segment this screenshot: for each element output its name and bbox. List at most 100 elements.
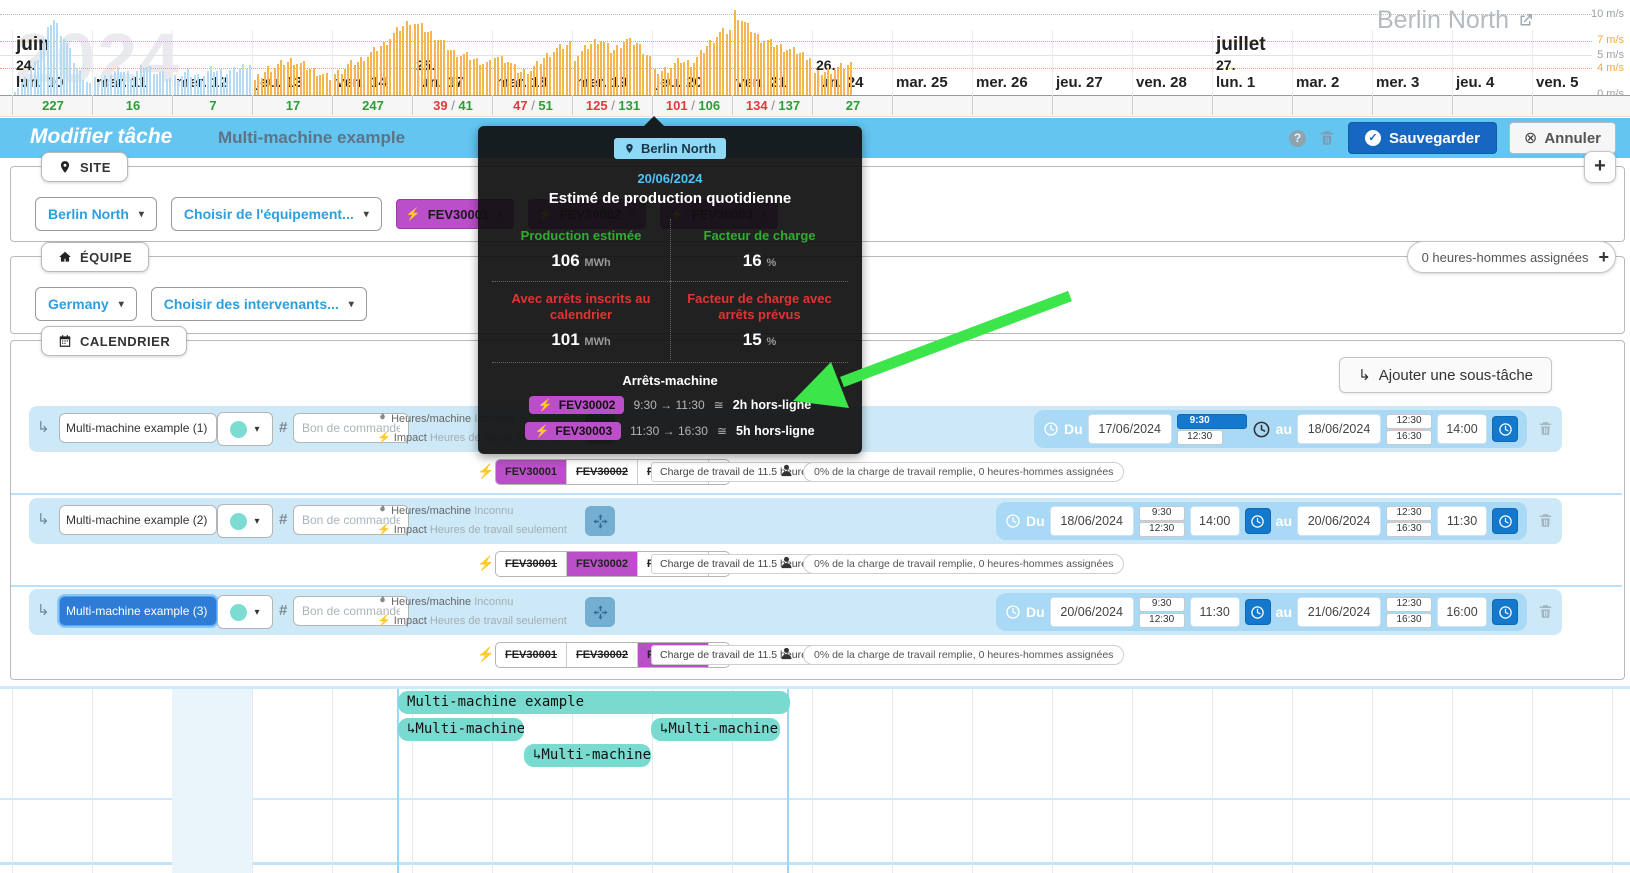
wind-bar — [719, 32, 721, 95]
time-suggestion-chip[interactable]: 16:30 — [1386, 612, 1432, 628]
workload-badge: Charge de travail de 11.5 heures — [651, 462, 822, 482]
gantt-subtask-bar[interactable]: ↳Multi-machine — [398, 718, 524, 741]
end-time-suggestions: 12:30 16:30 — [1386, 596, 1432, 628]
wind-bar — [270, 71, 273, 95]
forecast-number-cell — [972, 96, 1053, 115]
home-icon — [59, 251, 71, 262]
add-man-hours-icon[interactable]: + — [1598, 247, 1609, 268]
end-date-input[interactable] — [1297, 506, 1381, 536]
wind-bar — [395, 27, 398, 95]
team-select[interactable]: Germany ▾ — [35, 287, 137, 321]
cancel-button[interactable]: ⊗ Annuler — [1508, 122, 1616, 154]
move-icon — [592, 604, 608, 620]
time-suggestion-chip[interactable]: 16:30 — [1386, 521, 1432, 537]
gantt-subtask-bar[interactable]: ↳Multi-machine — [651, 718, 780, 741]
forecast-number-cell — [1292, 96, 1373, 115]
color-select[interactable]: ▾ — [217, 412, 273, 446]
time-suggestion-chip[interactable]: 12:30 — [1138, 612, 1185, 628]
color-select[interactable]: ▾ — [217, 595, 273, 629]
end-date-input[interactable] — [1297, 414, 1381, 444]
gridline-7ms — [0, 41, 1592, 42]
start-time-input[interactable] — [1189, 597, 1240, 627]
start-time-picker-button[interactable] — [1244, 599, 1271, 625]
machine-segment[interactable]: FEV30001 — [496, 643, 566, 667]
people-select[interactable]: Choisir des intervenants... ▾ — [150, 287, 367, 321]
time-suggestion-chip[interactable]: 12:30 — [1386, 413, 1432, 429]
gantt-task-bar[interactable]: Multi-machine example — [398, 691, 790, 714]
gantt-gridline — [732, 689, 733, 873]
gantt-subtask-bar[interactable]: ↳Multi-machine — [524, 744, 651, 767]
wind-bar — [376, 51, 379, 95]
wind-bar — [136, 70, 139, 95]
start-date-input[interactable] — [1087, 414, 1172, 444]
wind-bar — [795, 54, 798, 95]
wind-bar — [49, 24, 52, 95]
help-icon[interactable]: ? — [1289, 129, 1307, 147]
add-equipment-button[interactable]: + — [1584, 151, 1616, 183]
gantt-gridline — [92, 689, 93, 873]
delete-task-icon[interactable] — [1318, 129, 1336, 147]
wind-bar — [43, 38, 46, 95]
time-suggestion-chip[interactable]: 9:30 — [1176, 413, 1247, 429]
wind-bar — [753, 33, 756, 95]
machine-segment[interactable]: FEV30002 — [565, 552, 637, 576]
start-time-input[interactable] — [1189, 506, 1240, 536]
subtask-name-input[interactable] — [59, 505, 217, 535]
time-suggestion-chip[interactable]: 12:30 — [1138, 521, 1185, 537]
machine-segment[interactable]: FEV30002 — [565, 643, 637, 667]
wind-bar — [113, 70, 116, 95]
wind-bar — [280, 59, 282, 95]
start-date-input[interactable] — [1049, 506, 1134, 536]
wind-bar — [129, 79, 132, 95]
delete-subtask-icon[interactable] — [1537, 511, 1554, 530]
time-suggestion-chip[interactable]: 9:30 — [1138, 505, 1185, 521]
save-button[interactable]: ✓ Sauvegarder — [1348, 122, 1497, 154]
wind-bar — [686, 60, 689, 95]
downtime-duration: 2h hors-ligne — [732, 398, 812, 412]
wind-bar — [103, 74, 106, 95]
wind-bar — [162, 71, 165, 95]
time-suggestion-chip[interactable]: 12:30 — [1386, 596, 1432, 612]
wind-bar — [737, 19, 740, 95]
delete-subtask-icon[interactable] — [1537, 602, 1554, 621]
day-gridline — [972, 30, 973, 96]
machine-segment[interactable]: FEV30002 — [565, 460, 637, 484]
start-time-picker-button[interactable] — [1244, 508, 1271, 534]
delete-subtask-icon[interactable] — [1537, 419, 1554, 438]
day-label: ven. 5 — [1536, 74, 1579, 91]
time-suggestion-chip[interactable]: 9:30 — [1138, 596, 1185, 612]
end-time-input[interactable] — [1437, 506, 1487, 536]
end-time-input[interactable] — [1437, 414, 1487, 444]
move-subtask-button[interactable] — [585, 597, 615, 627]
end-time-picker-button[interactable] — [1492, 508, 1518, 534]
color-select[interactable]: ▾ — [217, 504, 273, 538]
wind-bar — [616, 44, 619, 95]
end-time-picker-button[interactable] — [1492, 416, 1518, 442]
time-suggestion-chip[interactable]: 12:30 — [1176, 429, 1223, 445]
metric-cell: Facteur de charge 16 % — [670, 219, 848, 281]
man-hours-badge[interactable]: 0 heures-hommes assignées + — [1406, 241, 1616, 273]
wind-bar — [789, 48, 792, 95]
wind-bar — [17, 88, 20, 95]
machine-segment[interactable]: FEV30001 — [496, 460, 566, 484]
end-time-picker-button[interactable] — [1492, 599, 1518, 625]
equipment-select[interactable]: Choisir de l'équipement... ▾ — [170, 197, 382, 231]
wind-bar — [629, 37, 632, 95]
subtask-name-input[interactable] — [59, 596, 217, 626]
day-gridline — [1292, 30, 1293, 96]
start-time-picker-icon[interactable] — [1252, 420, 1271, 439]
site-select[interactable]: Berlin North ▾ — [35, 197, 157, 231]
time-suggestion-chip[interactable]: 12:30 — [1386, 505, 1432, 521]
gantt-gridline — [412, 689, 413, 873]
end-time-input[interactable] — [1437, 597, 1487, 627]
machine-segment[interactable]: FEV30001 — [496, 552, 566, 576]
end-date-input[interactable] — [1297, 597, 1381, 627]
start-date-input[interactable] — [1049, 597, 1134, 627]
time-suggestion-chip[interactable]: 16:30 — [1386, 429, 1432, 445]
add-subtask-button[interactable]: ↳ Ajouter une sous-tâche — [1339, 357, 1552, 393]
subtask-name-input[interactable] — [59, 413, 217, 443]
wind-bar — [799, 53, 801, 95]
wind-bar — [414, 24, 416, 95]
move-subtask-button[interactable] — [585, 506, 615, 536]
external-link-icon[interactable] — [1517, 12, 1534, 29]
